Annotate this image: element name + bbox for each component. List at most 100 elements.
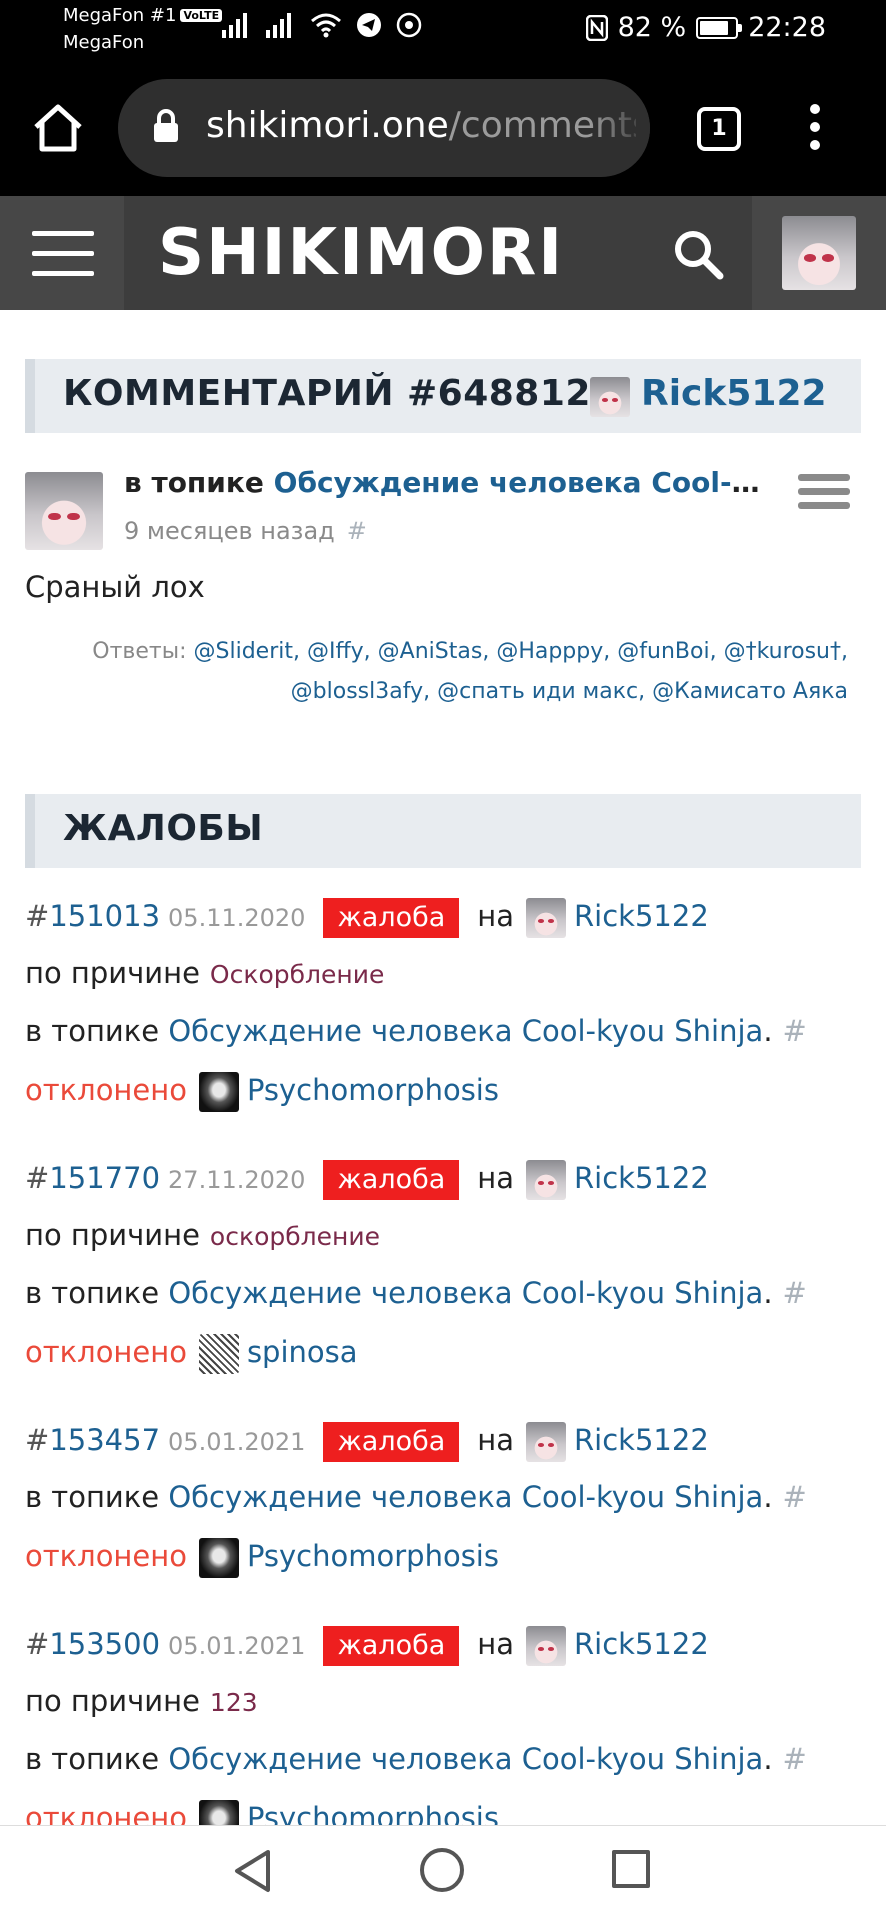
complaint-on-label: на [477,899,515,933]
site-logo[interactable]: SHIKIMORI [158,216,564,290]
replies-list: Ответы: @Sliderit, @Iffy, @AniStas, @Hap… [92,639,848,704]
moderator-link[interactable]: Psychomorphosis [247,1073,499,1107]
telegram-icon [357,13,381,37]
moderator-link[interactable]: Psychomorphosis [247,1539,499,1573]
comment-author-avatar[interactable] [25,472,103,550]
target-user-link[interactable]: Rick5122 [574,899,709,933]
lock-icon [154,109,178,142]
moderator-avatar[interactable] [198,1334,239,1374]
target-avatar[interactable] [526,1422,567,1462]
complaint-status: отклонено [25,1335,187,1369]
tabs-button[interactable]: 1 [697,107,741,151]
topic-permalink[interactable]: # [783,1742,807,1776]
complaint-header-row: #153500 05.01.2021 жалоба на Rick5122 [25,1626,709,1684]
complaint-topic-row: в топике Обсуждение человека Cool-kyou S… [25,1014,807,1048]
complaint-id-link[interactable]: #153457 [25,1423,160,1457]
reply-link[interactable]: @AniStas [378,639,483,664]
site-header: SHIKIMORI [0,196,886,310]
complaint-id-link[interactable]: #151013 [25,899,160,933]
complaint-status-row: отклонено Psychomorphosis [25,1072,499,1130]
reply-link[interactable]: @Iffy [307,639,364,664]
complaints-title: ЖАЛОБЫ [63,808,264,849]
reply-link[interactable]: @Happpy [496,639,603,664]
browser-menu-icon[interactable] [810,104,822,154]
replies-label: Ответы: [92,639,187,664]
comment-time[interactable]: 9 месяцев назад [124,517,335,545]
complaint-topic-row: в топике Обсуждение человека Cool-kyou S… [25,1742,807,1776]
search-icon[interactable] [670,226,726,282]
complaint-date: 05.01.2021 [168,1428,306,1456]
complaint-badge: жалоба [323,1160,460,1200]
complaint-header-row: #153457 05.01.2021 жалоба на Rick5122 [25,1422,709,1480]
reply-link[interactable]: @Sliderit [194,639,293,664]
comment-permalink[interactable]: # [347,517,367,545]
target-user-link[interactable]: Rick5122 [574,1423,709,1457]
signal-icon [222,13,247,38]
complaint-status-row: отклонено spinosa [25,1334,358,1392]
author-avatar[interactable] [590,377,630,417]
home-nav-icon[interactable] [420,1848,464,1892]
reply-link[interactable]: @†kurosu† [724,639,841,664]
complaint-id-link[interactable]: #153500 [25,1627,160,1661]
topic-label: в топике [25,1276,160,1310]
home-icon[interactable] [32,102,84,154]
topic-link[interactable]: Обсуждение человека Cool-kyou Shinja [274,466,764,499]
recent-apps-icon[interactable] [612,1850,650,1888]
complaint-topic-row: в топике Обсуждение человека Cool-kyou S… [25,1480,807,1514]
complaint-id-link[interactable]: #151770 [25,1161,160,1195]
reason-label: по причине [25,1684,200,1718]
topic-link[interactable]: Обсуждение человека Cool-kyou Shinja [168,1742,763,1776]
user-avatar[interactable] [782,216,856,290]
topic-permalink[interactable]: # [783,1480,807,1514]
system-nav-bar [0,1825,886,1920]
browser-toolbar: shikimori.one/comments 1 [0,64,886,196]
target-avatar[interactable] [526,898,567,938]
complaint-header-row: #151013 05.11.2020 жалоба на Rick5122 [25,898,709,956]
moderator-avatar[interactable] [198,1072,239,1112]
complaint-reason-row: по причине оскорбление [25,1218,380,1276]
target-user-link[interactable]: Rick5122 [574,1161,709,1195]
complaint-status: отклонено [25,1539,187,1573]
back-icon[interactable] [232,1848,272,1894]
topic-permalink[interactable]: # [783,1276,807,1310]
volte-badge: VoLTE [180,9,223,22]
topic-permalink[interactable]: # [783,1014,807,1048]
author-link[interactable]: Rick5122 [641,373,827,414]
complaint-date: 05.11.2020 [168,904,306,932]
reply-link[interactable]: @funBoi [617,639,709,664]
user-menu[interactable] [752,196,886,310]
address-bar[interactable]: shikimori.one/comments [118,79,650,177]
reply-link[interactable]: @Камисато Аяка [652,679,848,704]
complaint-badge: жалоба [323,1626,460,1666]
complaint-date: 05.01.2021 [168,1632,306,1660]
wifi-icon [311,13,341,38]
comment-title: КОММЕНТАРИЙ #6488120 [63,373,617,414]
topic-link[interactable]: Обсуждение человека Cool-kyou Shinja [168,1014,763,1048]
comment-topic-line: в топике Обсуждение человека Cool-kyou S… [124,466,764,499]
nfc-icon [585,14,608,41]
comment-header: КОММЕНТАРИЙ #6488120 Rick5122 [25,359,861,433]
complaint-on-label: на [477,1161,515,1195]
url-host: shikimori.one [206,105,449,146]
reason-value: 123 [209,1688,258,1717]
battery-percent: 82 % [617,12,687,43]
moderator-avatar[interactable] [198,1538,239,1578]
topic-link[interactable]: Обсуждение человека Cool-kyou Shinja [168,1480,763,1514]
carrier-name: MegaFon #1 [63,5,177,26]
comment-body: Сраный лох [25,570,205,604]
reply-link[interactable]: @спать иди макс [437,679,638,704]
hamburger-menu-icon[interactable] [0,196,124,310]
target-avatar[interactable] [526,1160,567,1200]
comment-menu-icon[interactable] [798,474,850,516]
status-bar: MegaFon #1 VoLTE MegaFon 82 % 22:28 [0,0,886,64]
status-icons [222,12,422,38]
reply-link[interactable]: @blossl3afy [291,679,423,704]
target-avatar[interactable] [526,1626,567,1666]
complaint-status-row: отклонено Psychomorphosis [25,1538,499,1596]
moderator-link[interactable]: spinosa [247,1335,358,1369]
battery-icon [696,16,743,39]
signal-icon-2 [266,13,291,38]
target-user-link[interactable]: Rick5122 [574,1627,709,1661]
topic-link[interactable]: Обсуждение человека Cool-kyou Shinja [168,1276,763,1310]
reason-value: оскорбление [209,1222,380,1251]
